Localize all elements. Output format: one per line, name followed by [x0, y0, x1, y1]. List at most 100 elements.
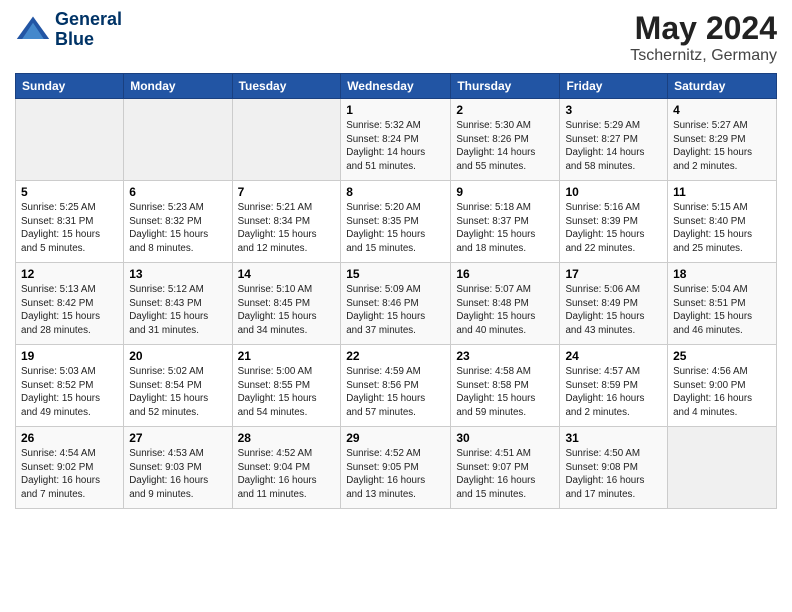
day-info: Sunrise: 5:03 AM Sunset: 8:52 PM Dayligh… [21, 365, 118, 420]
table-cell: 28 Sunrise: 4:52 AM Sunset: 9:04 PM Dayli… [232, 427, 341, 509]
table-cell: 26 Sunrise: 4:54 AM Sunset: 9:02 PM Dayli… [16, 427, 124, 509]
day-number: 17 [565, 267, 662, 281]
table-cell: 17 Sunrise: 5:06 AM Sunset: 8:49 PM Dayli… [560, 263, 668, 345]
title-block: May 2024 Tschernitz, Germany [630, 10, 777, 65]
day-info: Sunrise: 5:02 AM Sunset: 8:54 PM Dayligh… [129, 365, 226, 420]
week-row-1: 1 Sunrise: 5:32 AM Sunset: 8:24 PM Daylig… [16, 99, 777, 181]
day-info: Sunrise: 5:10 AM Sunset: 8:45 PM Dayligh… [238, 283, 336, 338]
table-cell: 14 Sunrise: 5:10 AM Sunset: 8:45 PM Dayli… [232, 263, 341, 345]
day-info: Sunrise: 5:16 AM Sunset: 8:39 PM Dayligh… [565, 201, 662, 256]
day-info: Sunrise: 4:52 AM Sunset: 9:04 PM Dayligh… [238, 447, 336, 502]
table-cell [124, 99, 232, 181]
table-cell: 25Sunrise: 4:56 AM Sunset: 9:00 PM Dayli… [668, 345, 777, 427]
table-cell [16, 99, 124, 181]
table-cell: 2 Sunrise: 5:30 AM Sunset: 8:26 PM Daylig… [451, 99, 560, 181]
table-cell: 18 Sunrise: 5:04 AM Sunset: 8:51 PM Dayli… [668, 263, 777, 345]
main-container: General Blue May 2024 Tschernitz, German… [0, 0, 792, 519]
day-number: 10 [565, 185, 662, 199]
day-info: Sunrise: 5:00 AM Sunset: 8:55 PM Dayligh… [238, 365, 336, 420]
table-cell: 3 Sunrise: 5:29 AM Sunset: 8:27 PM Daylig… [560, 99, 668, 181]
logo-text: General Blue [55, 10, 122, 50]
day-number: 4 [673, 103, 771, 117]
table-cell: 11Sunrise: 5:15 AM Sunset: 8:40 PM Dayli… [668, 181, 777, 263]
table-cell: 5 Sunrise: 5:25 AM Sunset: 8:31 PM Daylig… [16, 181, 124, 263]
week-row-2: 5 Sunrise: 5:25 AM Sunset: 8:31 PM Daylig… [16, 181, 777, 263]
day-info: Sunrise: 5:09 AM Sunset: 8:46 PM Dayligh… [346, 283, 445, 338]
day-info: Sunrise: 5:25 AM Sunset: 8:31 PM Dayligh… [21, 201, 118, 256]
day-info: Sunrise: 5:27 AM Sunset: 8:29 PM Dayligh… [673, 119, 771, 174]
table-cell [232, 99, 341, 181]
day-info: Sunrise: 4:54 AM Sunset: 9:02 PM Dayligh… [21, 447, 118, 502]
day-number: 31 [565, 431, 662, 445]
day-info: Sunrise: 4:50 AM Sunset: 9:08 PM Dayligh… [565, 447, 662, 502]
logo-icon [15, 12, 51, 48]
day-info: Sunrise: 4:57 AM Sunset: 8:59 PM Dayligh… [565, 365, 662, 420]
table-cell: 27 Sunrise: 4:53 AM Sunset: 9:03 PM Dayli… [124, 427, 232, 509]
day-number: 13 [129, 267, 226, 281]
day-number: 21 [238, 349, 336, 363]
day-info: Sunrise: 5:18 AM Sunset: 8:37 PM Dayligh… [456, 201, 554, 256]
table-cell: 4 Sunrise: 5:27 AM Sunset: 8:29 PM Daylig… [668, 99, 777, 181]
week-row-4: 19 Sunrise: 5:03 AM Sunset: 8:52 PM Dayli… [16, 345, 777, 427]
day-number: 1 [346, 103, 445, 117]
day-number: 23 [456, 349, 554, 363]
day-number: 15 [346, 267, 445, 281]
day-number: 9 [456, 185, 554, 199]
calendar-table: Sunday Monday Tuesday Wednesday Thursday… [15, 73, 777, 509]
table-cell: 23 Sunrise: 4:58 AM Sunset: 8:58 PM Dayli… [451, 345, 560, 427]
table-cell: 21 Sunrise: 5:00 AM Sunset: 8:55 PM Dayli… [232, 345, 341, 427]
day-info: Sunrise: 5:13 AM Sunset: 8:42 PM Dayligh… [21, 283, 118, 338]
day-number: 6 [129, 185, 226, 199]
day-info: Sunrise: 5:32 AM Sunset: 8:24 PM Dayligh… [346, 119, 445, 174]
table-cell: 22Sunrise: 4:59 AM Sunset: 8:56 PM Dayli… [341, 345, 451, 427]
day-number: 12 [21, 267, 118, 281]
day-info: Sunrise: 5:21 AM Sunset: 8:34 PM Dayligh… [238, 201, 336, 256]
day-info: Sunrise: 4:53 AM Sunset: 9:03 PM Dayligh… [129, 447, 226, 502]
table-cell: 20 Sunrise: 5:02 AM Sunset: 8:54 PM Dayli… [124, 345, 232, 427]
day-info: Sunrise: 4:58 AM Sunset: 8:58 PM Dayligh… [456, 365, 554, 420]
day-number: 7 [238, 185, 336, 199]
month-title: May 2024 [630, 10, 777, 47]
day-number: 3 [565, 103, 662, 117]
day-info: Sunrise: 5:29 AM Sunset: 8:27 PM Dayligh… [565, 119, 662, 174]
table-cell: 1 Sunrise: 5:32 AM Sunset: 8:24 PM Daylig… [341, 99, 451, 181]
table-cell: 8Sunrise: 5:20 AM Sunset: 8:35 PM Daylig… [341, 181, 451, 263]
day-info: Sunrise: 4:59 AM Sunset: 8:56 PM Dayligh… [346, 365, 445, 420]
day-info: Sunrise: 5:07 AM Sunset: 8:48 PM Dayligh… [456, 283, 554, 338]
table-cell: 7 Sunrise: 5:21 AM Sunset: 8:34 PM Daylig… [232, 181, 341, 263]
table-cell: 10 Sunrise: 5:16 AM Sunset: 8:39 PM Dayli… [560, 181, 668, 263]
col-sunday: Sunday [16, 74, 124, 99]
day-number: 25 [673, 349, 771, 363]
table-cell: 15 Sunrise: 5:09 AM Sunset: 8:46 PM Dayli… [341, 263, 451, 345]
week-row-5: 26 Sunrise: 4:54 AM Sunset: 9:02 PM Dayli… [16, 427, 777, 509]
day-number: 29 [346, 431, 445, 445]
header: General Blue May 2024 Tschernitz, German… [15, 10, 777, 65]
logo: General Blue [15, 10, 122, 50]
location-title: Tschernitz, Germany [630, 47, 777, 65]
col-friday: Friday [560, 74, 668, 99]
day-number: 2 [456, 103, 554, 117]
table-cell: 24 Sunrise: 4:57 AM Sunset: 8:59 PM Dayli… [560, 345, 668, 427]
day-number: 16 [456, 267, 554, 281]
table-cell: 19 Sunrise: 5:03 AM Sunset: 8:52 PM Dayli… [16, 345, 124, 427]
day-number: 20 [129, 349, 226, 363]
day-number: 24 [565, 349, 662, 363]
day-number: 26 [21, 431, 118, 445]
table-cell: 12 Sunrise: 5:13 AM Sunset: 8:42 PM Dayli… [16, 263, 124, 345]
day-info: Sunrise: 4:51 AM Sunset: 9:07 PM Dayligh… [456, 447, 554, 502]
day-number: 14 [238, 267, 336, 281]
day-number: 5 [21, 185, 118, 199]
table-cell: 13Sunrise: 5:12 AM Sunset: 8:43 PM Dayli… [124, 263, 232, 345]
day-info: Sunrise: 4:52 AM Sunset: 9:05 PM Dayligh… [346, 447, 445, 502]
day-number: 18 [673, 267, 771, 281]
day-info: Sunrise: 5:06 AM Sunset: 8:49 PM Dayligh… [565, 283, 662, 338]
table-cell: 16 Sunrise: 5:07 AM Sunset: 8:48 PM Dayli… [451, 263, 560, 345]
day-number: 30 [456, 431, 554, 445]
day-info: Sunrise: 5:30 AM Sunset: 8:26 PM Dayligh… [456, 119, 554, 174]
col-wednesday: Wednesday [341, 74, 451, 99]
day-number: 28 [238, 431, 336, 445]
table-cell: 30 Sunrise: 4:51 AM Sunset: 9:07 PM Dayli… [451, 427, 560, 509]
day-number: 19 [21, 349, 118, 363]
day-number: 27 [129, 431, 226, 445]
day-info: Sunrise: 5:04 AM Sunset: 8:51 PM Dayligh… [673, 283, 771, 338]
